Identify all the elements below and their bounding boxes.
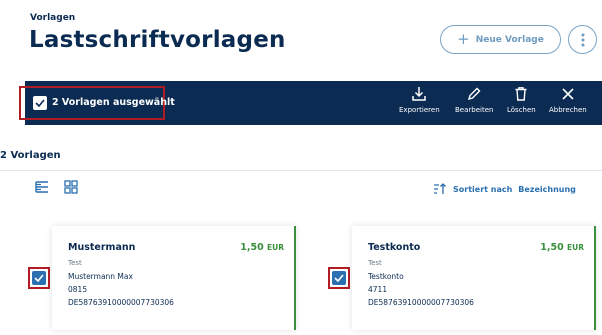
- template-card[interactable]: Mustermann 1,50 EUR Test Mustermann Max …: [52, 226, 296, 330]
- card-reference: 0815: [68, 285, 88, 294]
- delete-label: Löschen: [507, 106, 536, 114]
- selection-count-label: 2 Vorlagen ausgewählt: [52, 97, 175, 108]
- export-button[interactable]: Exportieren: [399, 84, 440, 122]
- pencil-icon: [466, 84, 482, 104]
- template-count: 2 Vorlagen: [0, 150, 61, 161]
- page-title: Lastschriftvorlagen: [29, 27, 286, 53]
- amount-value: 1,50: [540, 242, 564, 253]
- template-card[interactable]: Testkonto 1,50 EUR Test Testkonto 4711 D…: [352, 226, 596, 330]
- card-amount: 1,50 EUR: [540, 242, 584, 253]
- list-view-toggle[interactable]: [35, 179, 49, 198]
- card-iban: DE58763910000007730306: [368, 298, 474, 307]
- checkmark-icon: [334, 274, 344, 282]
- card-reference: 4711: [368, 285, 388, 294]
- delete-button[interactable]: Löschen: [507, 84, 536, 122]
- card-checkbox[interactable]: [32, 271, 46, 285]
- list-view-icon: [35, 181, 48, 193]
- grid-view-icon: [64, 180, 78, 194]
- new-template-label: Neue Vorlage: [475, 34, 544, 45]
- sort-prefix: Sortiert nach: [453, 184, 513, 194]
- close-icon: [561, 84, 575, 104]
- cancel-label: Abbrechen: [549, 106, 587, 114]
- sort-field: Bezeichnung: [518, 184, 576, 194]
- trash-icon: [513, 84, 529, 104]
- edit-button[interactable]: Bearbeiten: [455, 84, 493, 122]
- edit-label: Bearbeiten: [455, 106, 494, 114]
- new-template-button[interactable]: + Neue Vorlage: [440, 25, 561, 54]
- sort-control[interactable]: Sortiert nach Bezeichnung: [433, 183, 576, 195]
- cancel-button[interactable]: Abbrechen: [549, 84, 587, 122]
- card-checkbox[interactable]: [332, 271, 346, 285]
- card-amount: 1,50 EUR: [240, 242, 284, 253]
- grid-view-toggle[interactable]: [64, 179, 78, 198]
- card-purpose: Test: [368, 259, 382, 267]
- more-options-button[interactable]: [568, 25, 597, 54]
- amount-currency: EUR: [267, 243, 284, 252]
- breadcrumb: Vorlagen: [30, 13, 76, 23]
- more-vertical-icon: [581, 33, 584, 46]
- checkmark-icon: [35, 99, 45, 107]
- plus-icon: +: [457, 29, 470, 48]
- checkmark-icon: [34, 274, 44, 282]
- export-label: Exportieren: [399, 106, 440, 114]
- card-purpose: Test: [68, 259, 82, 267]
- card-payer: Mustermann Max: [68, 272, 133, 281]
- card-name: Mustermann: [68, 242, 136, 253]
- divider: [0, 170, 602, 171]
- amount-value: 1,50: [240, 242, 264, 253]
- amount-currency: EUR: [567, 243, 584, 252]
- select-all-checkbox[interactable]: [33, 96, 47, 110]
- card-iban: DE58763910000007730306: [68, 298, 174, 307]
- download-icon: [411, 84, 427, 104]
- sort-icon: [434, 183, 446, 194]
- card-payer: Testkonto: [368, 272, 404, 281]
- card-name: Testkonto: [368, 242, 421, 253]
